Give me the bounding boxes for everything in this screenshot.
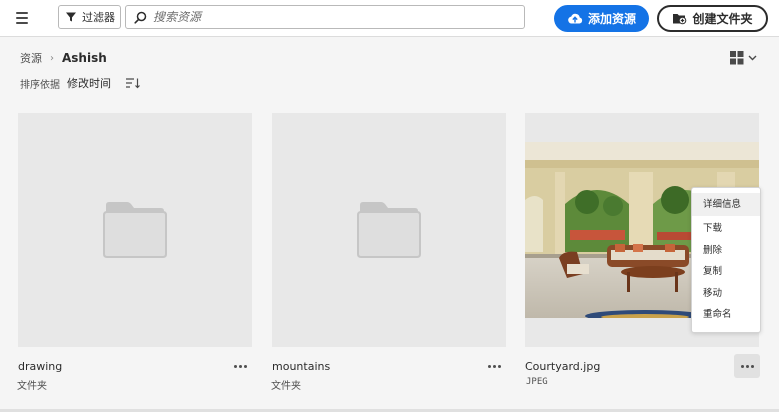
menu-item-details[interactable]: 详细信息 (692, 193, 760, 216)
search-input[interactable] (153, 10, 513, 24)
asset-name[interactable]: mountains (272, 360, 330, 373)
search-icon (134, 11, 147, 24)
menu-item-move[interactable]: 移动 (692, 283, 760, 305)
more-options-button[interactable] (481, 354, 507, 378)
breadcrumb-root[interactable]: 资源 (20, 50, 42, 66)
folder-icon (357, 202, 421, 258)
asset-name[interactable]: drawing (18, 360, 62, 373)
asset-card-drawing[interactable] (18, 113, 252, 347)
sort-label: 排序依据 (20, 79, 60, 91)
sort-row: 排序依据 修改时间 (20, 75, 141, 91)
breadcrumb: 资源 › Ashish (20, 50, 107, 66)
breadcrumb-current: Ashish (62, 51, 107, 65)
chevron-right-icon: › (50, 52, 54, 64)
menu-item-download[interactable]: 下载 (692, 218, 760, 240)
more-icon (487, 364, 491, 368)
filter-icon (66, 12, 76, 22)
chevron-down-icon (748, 55, 757, 60)
more-icon (740, 364, 744, 368)
more-icon (233, 364, 237, 368)
filter-button[interactable]: 过滤器 (58, 5, 121, 29)
add-asset-button[interactable]: 添加资源 (554, 5, 649, 32)
search-box[interactable] (125, 5, 525, 29)
top-bar: 过滤器 添加资源 创建文件夹 (0, 0, 779, 37)
context-menu: 详细信息 下载 删除 复制 移动 重命名 (691, 187, 761, 333)
menu-item-copy[interactable]: 复制 (692, 261, 760, 283)
filter-label: 过滤器 (82, 11, 115, 24)
create-folder-label: 创建文件夹 (692, 12, 753, 26)
asset-type: JPEG (526, 377, 548, 387)
asset-name[interactable]: Courtyard.jpg (525, 360, 600, 373)
asset-type: 文件夹 (17, 381, 47, 392)
menu-item-rename[interactable]: 重命名 (692, 304, 760, 326)
more-options-button[interactable] (734, 354, 760, 378)
view-toggle-button[interactable] (729, 50, 757, 65)
grid-view-icon (730, 51, 744, 65)
asset-type: 文件夹 (271, 381, 301, 392)
more-options-button[interactable] (227, 354, 253, 378)
sort-field-select[interactable]: 修改时间 (67, 75, 111, 91)
add-asset-label: 添加资源 (587, 12, 636, 26)
hamburger-icon[interactable] (13, 10, 33, 26)
sort-order-icon[interactable] (125, 77, 141, 89)
menu-item-delete[interactable]: 删除 (692, 240, 760, 262)
asset-card-mountains[interactable] (272, 113, 506, 347)
folder-add-icon (673, 14, 687, 25)
cloud-upload-icon (568, 13, 583, 24)
folder-icon (103, 202, 167, 258)
create-folder-button[interactable]: 创建文件夹 (657, 5, 768, 32)
